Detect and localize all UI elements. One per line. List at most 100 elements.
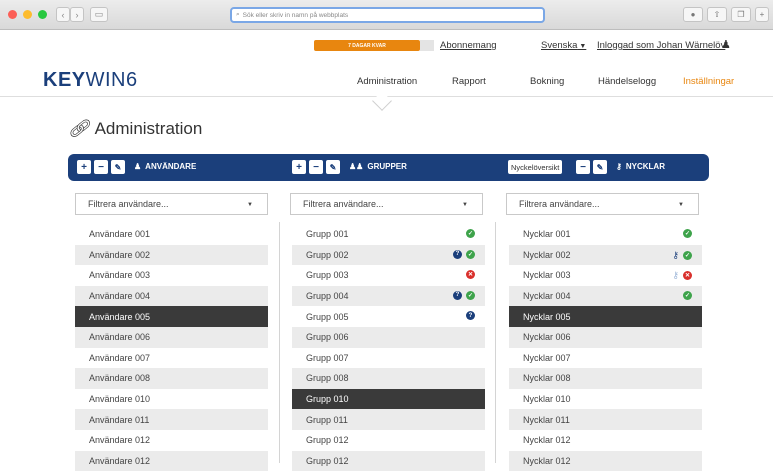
- list-item[interactable]: Grupp 006: [292, 326, 485, 348]
- list-item[interactable]: Grupp 010: [292, 388, 485, 410]
- list-item[interactable]: Användare 011: [75, 409, 268, 430]
- list-item[interactable]: Nycklar 008: [509, 368, 702, 389]
- list-item[interactable]: Användare 006: [75, 326, 268, 348]
- list-item[interactable]: Användare 010: [75, 389, 268, 410]
- list-item-label: Nycklar 001: [523, 229, 571, 240]
- share-button[interactable]: ⇧: [707, 7, 727, 22]
- list-item-label: Grupp 002: [306, 249, 349, 260]
- list-item[interactable]: Nycklar 010: [509, 389, 702, 410]
- keys-label: NYCKLAR: [625, 162, 665, 171]
- list-item[interactable]: Nycklar 003 ⚷ ✕: [509, 265, 702, 286]
- users-filter-select[interactable]: Filtrera användare... ▼: [75, 193, 268, 215]
- add-user-button[interactable]: +: [77, 160, 91, 174]
- list-item[interactable]: Användare 005: [75, 306, 268, 327]
- list-item-label: Nycklar 006: [523, 332, 571, 343]
- downloads-button[interactable]: ●: [683, 7, 703, 22]
- edit-user-button[interactable]: ✎: [111, 160, 125, 174]
- list-item[interactable]: Grupp 001 ✓: [292, 224, 485, 245]
- list-item-label: Användare 007: [89, 352, 151, 363]
- plus-icon: +: [81, 161, 87, 173]
- remove-user-button[interactable]: −: [94, 160, 108, 174]
- language-label: Svenska: [541, 40, 578, 51]
- close-window-button[interactable]: [8, 10, 17, 19]
- sidebar-icon: ▭: [94, 9, 104, 19]
- list-item[interactable]: Användare 008: [75, 368, 268, 389]
- status-icons: ?: [466, 311, 475, 321]
- error-icon: ✕: [466, 270, 475, 280]
- list-item[interactable]: Grupp 011: [292, 409, 485, 430]
- logged-in-user-link[interactable]: Inloggad som Johan Wärnelöv: [597, 40, 725, 51]
- sidebar-button[interactable]: ▭: [90, 7, 108, 22]
- key-overview-button[interactable]: Nyckelöversikt: [508, 160, 563, 174]
- nav-handelselogg[interactable]: Händelselogg: [598, 76, 656, 87]
- list-item[interactable]: Nycklar 005: [509, 306, 702, 327]
- status-icons: ⚷ ✕: [672, 270, 692, 281]
- nav-administration[interactable]: Administration: [357, 76, 417, 87]
- language-selector[interactable]: Svenska ▼: [541, 40, 586, 51]
- error-icon: ✕: [683, 271, 692, 281]
- pencil-icon: ✎: [596, 162, 604, 172]
- list-item[interactable]: Användare 007: [75, 348, 268, 369]
- list-item[interactable]: Nycklar 012: [509, 430, 702, 451]
- list-item-label: Grupp 005: [306, 311, 349, 322]
- list-item[interactable]: Nycklar 012: [509, 450, 702, 471]
- check-icon: ✓: [683, 229, 692, 238]
- nav-installningar[interactable]: Inställningar: [683, 76, 734, 87]
- edit-key-button[interactable]: ✎: [593, 160, 607, 174]
- keywin-logo[interactable]: KEYWIN6: [43, 69, 138, 92]
- list-item[interactable]: Nycklar 006: [509, 326, 702, 348]
- list-item[interactable]: Grupp 008: [292, 368, 485, 389]
- list-item[interactable]: Användare 012: [75, 430, 268, 451]
- list-item[interactable]: Grupp 012: [292, 430, 485, 451]
- list-item[interactable]: Nycklar 001 ✓: [509, 224, 702, 245]
- list-item[interactable]: Nycklar 002 ⚷ ✓: [509, 244, 702, 266]
- address-bar[interactable]: ⌕ Sök eller skriv in namn på webbplats: [230, 7, 545, 23]
- list-item[interactable]: Grupp 007: [292, 348, 485, 369]
- pencil-icon: ✎: [114, 162, 122, 172]
- list-item[interactable]: Användare 001: [75, 224, 268, 245]
- info-icon: ?: [453, 290, 462, 300]
- column-divider: [279, 222, 280, 463]
- list-item-label: Grupp 007: [306, 352, 349, 363]
- list-item[interactable]: Användare 002: [75, 244, 268, 266]
- edit-group-button[interactable]: ✎: [326, 160, 340, 174]
- list-item[interactable]: Användare 004: [75, 285, 268, 307]
- users-header: ♟ ANVÄNDARE: [134, 162, 196, 171]
- tabs-button[interactable]: ❐: [731, 7, 751, 22]
- download-icon: ●: [690, 10, 696, 19]
- caret-down-icon: ▼: [247, 202, 253, 208]
- list-item[interactable]: Nycklar 011: [509, 409, 702, 430]
- remove-group-button[interactable]: −: [309, 160, 323, 174]
- list-item[interactable]: Nycklar 007: [509, 348, 702, 369]
- list-item[interactable]: Användare 012: [75, 450, 268, 471]
- list-item[interactable]: Grupp 012: [292, 450, 485, 471]
- list-item-label: Nycklar 004: [523, 291, 571, 302]
- list-item-label: Nycklar 012: [523, 435, 571, 446]
- add-group-button[interactable]: +: [292, 160, 306, 174]
- check-icon: ✓: [466, 290, 475, 300]
- back-button[interactable]: ‹: [56, 7, 70, 22]
- list-item-label: Grupp 012: [306, 435, 349, 446]
- list-item[interactable]: Grupp 003 ✕: [292, 265, 485, 286]
- keys-filter-select[interactable]: Filtrera användare... ▼: [506, 193, 699, 215]
- nav-rapport[interactable]: Rapport: [452, 76, 486, 87]
- list-item[interactable]: Grupp 004? ✓: [292, 285, 485, 307]
- new-tab-button[interactable]: +: [755, 7, 769, 22]
- list-item[interactable]: Grupp 002? ✓: [292, 244, 485, 266]
- nav-bokning[interactable]: Bokning: [530, 76, 564, 87]
- minimize-window-button[interactable]: [23, 10, 32, 19]
- list-item-label: Användare 010: [89, 394, 151, 405]
- list-item-label: Användare 011: [89, 414, 150, 425]
- forward-button[interactable]: ›: [70, 7, 84, 22]
- list-item[interactable]: Grupp 005?: [292, 306, 485, 327]
- chevron-left-icon: ‹: [61, 9, 65, 20]
- group-icon: ♟♟: [349, 162, 364, 171]
- maximize-window-button[interactable]: [38, 10, 47, 19]
- list-item[interactable]: Nycklar 004 ✓: [509, 285, 702, 307]
- groups-filter-select[interactable]: Filtrera användare... ▼: [290, 193, 483, 215]
- subscription-link[interactable]: Abonnemang: [440, 40, 497, 51]
- remove-key-button[interactable]: −: [576, 160, 590, 174]
- list-item[interactable]: Användare 003: [75, 265, 268, 286]
- users-filter-text: Filtrera användare...: [88, 199, 169, 209]
- toolbar: + − ✎ ♟ ANVÄNDARE + − ✎ ♟♟ GRUPPER Nyckelö…: [68, 154, 709, 181]
